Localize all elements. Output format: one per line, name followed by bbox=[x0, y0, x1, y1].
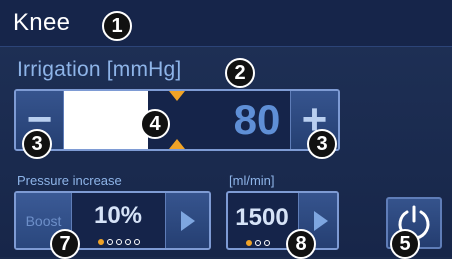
step-dot bbox=[264, 240, 270, 246]
irrigation-value: 80 bbox=[233, 96, 281, 143]
play-arrow-icon bbox=[313, 210, 328, 231]
callout-badge-3-right: 3 bbox=[307, 129, 337, 159]
callout-badge-5: 5 bbox=[390, 229, 420, 259]
flow-rate-value: 1500 bbox=[235, 204, 289, 231]
flow-step-indicator bbox=[246, 240, 270, 246]
flow-rate-control: 1500 bbox=[226, 191, 339, 250]
play-arrow-icon bbox=[180, 210, 195, 231]
slider-marker-icon[interactable] bbox=[169, 139, 185, 149]
pressure-slider-fill[interactable] bbox=[64, 91, 148, 149]
flow-unit-label: [ml/min] bbox=[229, 173, 275, 188]
callout-badge-2: 2 bbox=[225, 58, 255, 88]
step-dot bbox=[116, 239, 122, 245]
irrigation-title: Irrigation [mmHg] bbox=[17, 58, 182, 81]
step-dot bbox=[107, 239, 113, 245]
step-dot bbox=[125, 239, 131, 245]
step-dot bbox=[255, 240, 261, 246]
callout-badge-1: 1 bbox=[102, 11, 132, 41]
step-dot bbox=[246, 240, 252, 246]
header-bar: Knee bbox=[0, 0, 452, 47]
screen: Knee 1 Irrigation [mmHg] 2 − 80 + 3 4 3 … bbox=[0, 0, 452, 259]
pressure-step-indicator bbox=[98, 239, 140, 245]
callout-badge-3-left: 3 bbox=[22, 129, 52, 159]
step-dot bbox=[98, 239, 104, 245]
irrigation-pressure-control: − 80 + bbox=[14, 89, 340, 151]
pressure-next-button[interactable] bbox=[165, 193, 209, 248]
pressure-increase-value: 10% bbox=[93, 202, 143, 229]
pressure-increase-label: Pressure increase bbox=[17, 173, 122, 188]
callout-badge-4: 4 bbox=[140, 109, 170, 139]
page-title: Knee bbox=[13, 9, 71, 36]
callout-badge-7: 7 bbox=[50, 229, 80, 259]
step-dot bbox=[134, 239, 140, 245]
slider-marker-icon[interactable] bbox=[169, 91, 185, 101]
callout-badge-8: 8 bbox=[286, 229, 316, 259]
pressure-increase-control: Boost 10% bbox=[14, 191, 211, 250]
